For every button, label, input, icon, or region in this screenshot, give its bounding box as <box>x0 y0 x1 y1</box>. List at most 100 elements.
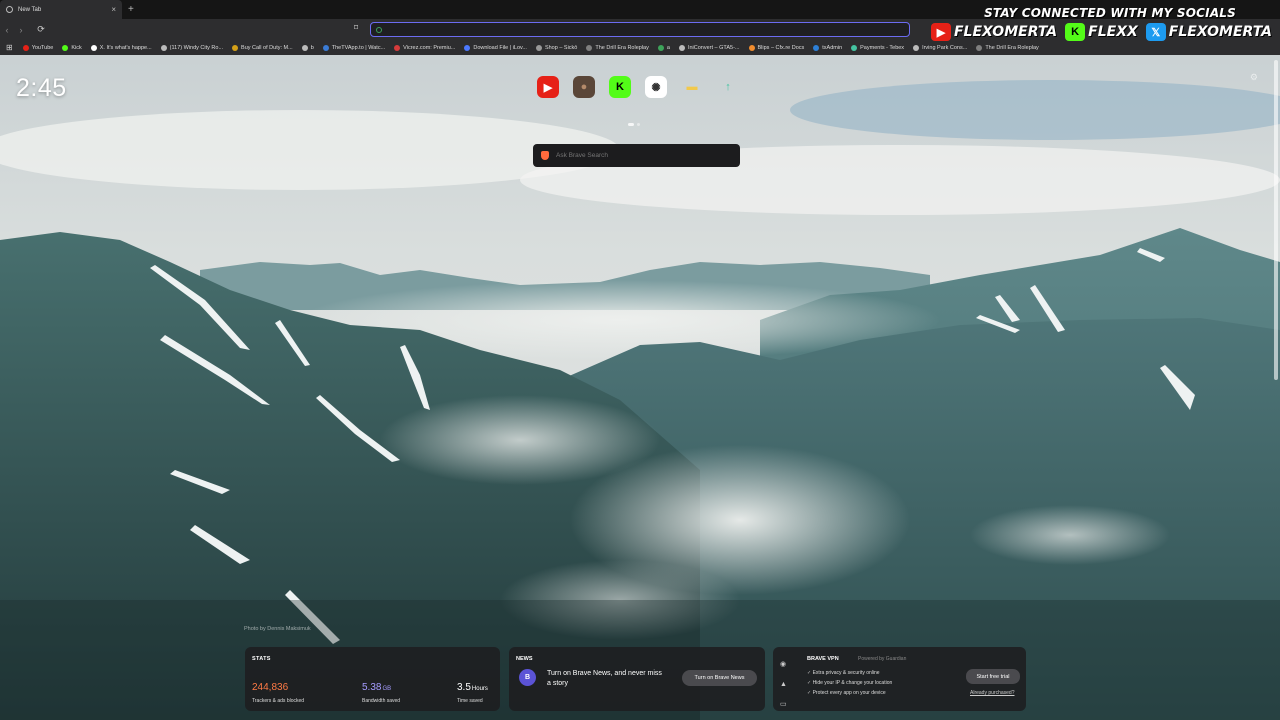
pager-dot-active[interactable] <box>628 123 634 126</box>
bookmark-item[interactable]: The Drill Era Roleplay <box>976 44 1039 51</box>
top-site-tile[interactable]: ✺ <box>638 76 674 98</box>
top-site-tile[interactable]: K <box>602 76 638 98</box>
url-input[interactable] <box>386 26 909 33</box>
bookmark-item[interactable]: Blips – Cfx.re Docs <box>748 44 805 51</box>
bookmark-item[interactable]: (117) Windy City Ro... <box>160 44 224 51</box>
bookmark-item[interactable]: IniConvert – GTA5-... <box>678 44 740 51</box>
already-purchased-link[interactable]: Already purchased? <box>970 690 1014 696</box>
bandwidth-value: 5.38 <box>362 682 382 693</box>
top-site-tile[interactable]: ● <box>566 76 602 98</box>
scrollbar[interactable] <box>1274 60 1278 380</box>
bookmark-item[interactable]: TheTVApp.to | Watc... <box>322 44 386 51</box>
avatar-icon: ● <box>573 76 595 98</box>
news-title: NEWS <box>516 656 533 662</box>
arrow-up-icon: ↑ <box>725 81 731 93</box>
bookmark-item[interactable]: Buy Call of Duty: M... <box>232 44 293 51</box>
bookmark-favicon-icon <box>678 44 685 51</box>
bookmark-favicon-icon <box>322 44 329 51</box>
time-value: 3.5 <box>457 682 471 693</box>
social-handle: FLEXOMERTA <box>953 24 1058 40</box>
shield-icon[interactable]: ◉ <box>780 655 787 675</box>
bookmark-label: Kick <box>71 44 82 51</box>
new-tab-button[interactable]: + <box>128 4 134 15</box>
bookmark-favicon-icon <box>851 44 858 51</box>
turn-on-news-button[interactable]: Turn on Brave News <box>682 670 757 686</box>
trackers-label: Trackers & ads blocked <box>252 698 305 704</box>
window-icon[interactable]: ▭ <box>780 695 787 715</box>
bookmark-item[interactable]: X. It's what's happe... <box>90 44 152 51</box>
start-free-trial-button[interactable]: Start free trial <box>966 669 1020 684</box>
stats-widget: STATS 244,836 Trackers & ads blocked 5.3… <box>245 647 500 711</box>
gear-icon[interactable]: ⚙ <box>1250 72 1258 83</box>
tab-title: New Tab <box>18 6 42 13</box>
photo-credit: Photo by Dennis Maksimuk <box>244 626 311 632</box>
bookmark-favicon-icon <box>535 44 542 51</box>
bookmark-item[interactable]: Payments - Tebex <box>851 44 904 51</box>
grid-icon[interactable]: ⊞ <box>6 43 13 52</box>
bookmark-label: Blips – Cfx.re Docs <box>757 44 805 51</box>
stat-bandwidth: 5.38GB Bandwidth saved <box>362 677 400 704</box>
bookmark-label: X. It's what's happe... <box>99 44 152 51</box>
news-widget: NEWS B Turn on Brave News, and never mis… <box>509 647 765 711</box>
bookmarks-bar: ⊞ YouTube Kick X. It's what's happe... (117… <box>0 40 1280 55</box>
bookmark-label: Download File | iLov... <box>473 44 527 51</box>
warning-icon[interactable]: ▲ <box>780 675 787 695</box>
bookmark-item[interactable]: YouTube <box>22 44 54 51</box>
close-tab-icon[interactable]: × <box>111 5 116 14</box>
bookmark-item[interactable]: Irving Park Cons... <box>913 44 967 51</box>
top-site-tile[interactable]: ↑ <box>710 76 746 98</box>
back-icon[interactable]: ‹ <box>0 25 14 35</box>
kick-icon: K <box>1065 23 1086 41</box>
bookmark-label: IniConvert – GTA5-... <box>687 44 740 51</box>
bookmark-label: a <box>666 44 670 51</box>
bookmark-label: (117) Windy City Ro... <box>169 44 224 51</box>
stat-trackers: 244,836 Trackers & ads blocked <box>252 677 304 704</box>
bookmark-item[interactable]: Download File | iLov... <box>464 44 527 51</box>
top-sites-pager[interactable] <box>628 123 643 126</box>
pager-dot[interactable] <box>637 123 640 126</box>
vpn-widget: ◉ ▲ ▭ BRAVE VPN Powered by Guardian Extr… <box>773 647 1026 711</box>
bookmark-favicon-icon <box>232 44 239 51</box>
google-icon <box>376 26 382 33</box>
bookmark-favicon-icon <box>586 44 593 51</box>
bookmark-item[interactable]: txAdmin <box>813 44 842 51</box>
socials-list: ▶ FLEXOMERTA K FLEXX 𝕏 FLEXOMERTA <box>923 23 1272 41</box>
bookmark-label: Buy Call of Duty: M... <box>241 44 293 51</box>
search-input[interactable] <box>556 152 726 159</box>
bookmark-item[interactable]: Shop – Sickō <box>535 44 577 51</box>
social-account: ▶ FLEXOMERTA <box>930 23 1058 41</box>
bandwidth-unit: GB <box>382 686 392 692</box>
bookmark-item[interactable]: The Drill Era Roleplay <box>586 44 649 51</box>
address-bar[interactable] <box>370 22 910 37</box>
bookmark-favicon-icon <box>748 44 755 51</box>
tab-new-tab[interactable]: New Tab × <box>0 0 122 19</box>
youtube-icon: ▶ <box>537 76 559 98</box>
top-site-tile[interactable]: ▬ <box>674 76 710 98</box>
youtube-icon: ▶ <box>930 23 951 41</box>
bookmark-label: The Drill Era Roleplay <box>985 44 1039 51</box>
reload-icon[interactable]: ⟳ <box>34 24 48 35</box>
news-message: Turn on Brave News, and never miss a sto… <box>547 670 662 687</box>
time-unit: Hours <box>471 686 488 692</box>
vpn-features: Extra privacy & security onlineHide your… <box>807 668 893 698</box>
bookmark-item[interactable]: Vicrez.com: Premiu... <box>394 44 455 51</box>
time-label: Time saved <box>457 698 483 704</box>
bookmark-label: YouTube <box>31 44 54 51</box>
vpn-powered-by: Powered by Guardian <box>858 656 907 662</box>
brave-search-box[interactable] <box>533 144 740 167</box>
top-site-tile[interactable]: ▶ <box>530 76 566 98</box>
background-photo <box>0 0 1280 720</box>
bookmark-item[interactable]: a <box>657 44 670 51</box>
bookmark-label: The Drill Era Roleplay <box>595 44 649 51</box>
social-account: K FLEXX <box>1065 23 1138 41</box>
new-tab-favicon-icon <box>6 6 13 13</box>
bookmark-item[interactable]: Kick <box>62 44 82 51</box>
bookmark-item[interactable]: b <box>301 44 314 51</box>
bookmark-icon[interactable]: ⌑ <box>354 23 358 32</box>
bookmark-label: TheTVApp.to | Watc... <box>331 44 386 51</box>
bookmark-favicon-icon <box>394 44 401 51</box>
bookmark-favicon-icon <box>913 44 920 51</box>
bookmark-favicon-icon <box>301 44 308 51</box>
forward-icon[interactable]: › <box>14 25 28 35</box>
bookmark-favicon-icon <box>813 44 820 51</box>
